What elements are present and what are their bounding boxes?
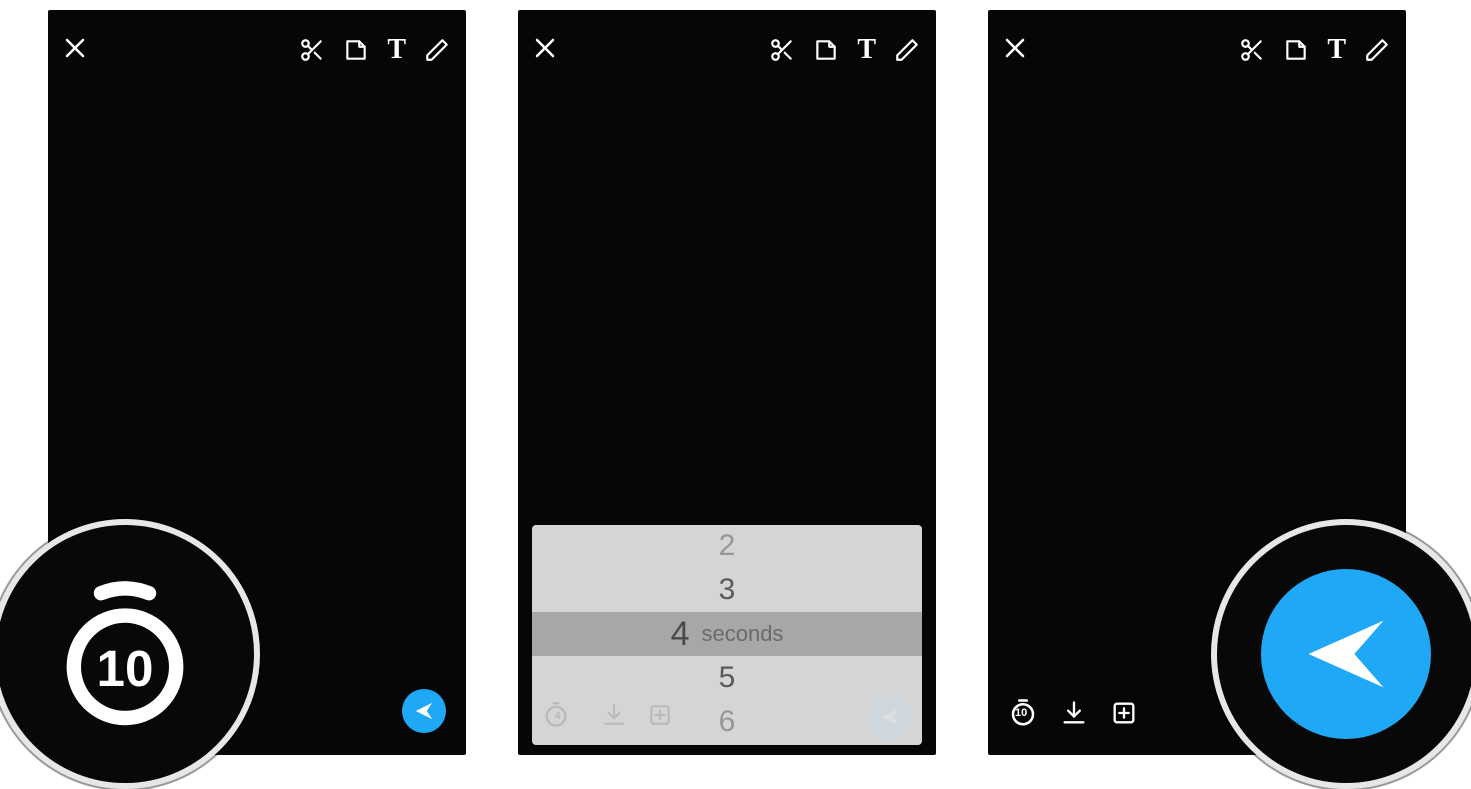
sticker-icon[interactable] xyxy=(343,37,369,63)
scissors-icon[interactable] xyxy=(1239,37,1265,63)
top-bar: T xyxy=(48,30,466,70)
top-bar: T xyxy=(988,30,1406,70)
text-icon[interactable]: T xyxy=(857,34,876,66)
text-icon[interactable]: T xyxy=(387,34,406,66)
close-button[interactable] xyxy=(534,35,556,66)
story-button[interactable] xyxy=(1110,699,1138,732)
callout-send xyxy=(1211,519,1471,789)
pencil-icon[interactable] xyxy=(1364,37,1390,63)
picker-option[interactable]: 5 xyxy=(532,656,922,700)
sticker-icon[interactable] xyxy=(1283,37,1309,63)
timer-value: 10 xyxy=(1015,707,1027,719)
sticker-icon[interactable] xyxy=(813,37,839,63)
picker-option[interactable]: 6 xyxy=(532,700,922,744)
pencil-icon[interactable] xyxy=(424,37,450,63)
top-bar: T xyxy=(518,30,936,70)
close-button[interactable] xyxy=(1004,35,1026,66)
send-button[interactable] xyxy=(402,689,446,733)
callout-timer: 10 xyxy=(0,519,260,789)
save-button[interactable] xyxy=(1060,699,1088,732)
send-button-large[interactable] xyxy=(1261,569,1431,739)
scissors-icon[interactable] xyxy=(769,37,795,63)
duration-picker[interactable]: 2 3 4 seconds 5 6 4 xyxy=(532,525,922,745)
picker-option[interactable]: 2 xyxy=(532,525,922,568)
timer-button[interactable]: 10 xyxy=(1008,698,1038,733)
scissors-icon[interactable] xyxy=(299,37,325,63)
picker-option[interactable]: 3 xyxy=(532,568,922,612)
close-button[interactable] xyxy=(64,35,86,66)
picker-selected-value: 4 xyxy=(671,612,690,656)
picker-unit: seconds xyxy=(701,612,783,656)
callout-timer-value: 10 xyxy=(97,640,154,697)
picker-selected[interactable]: 4 seconds xyxy=(532,612,922,656)
text-icon[interactable]: T xyxy=(1327,34,1346,66)
pencil-icon[interactable] xyxy=(894,37,920,63)
screen-duration-picker: T 2 3 4 seconds 5 6 4 xyxy=(518,10,936,755)
